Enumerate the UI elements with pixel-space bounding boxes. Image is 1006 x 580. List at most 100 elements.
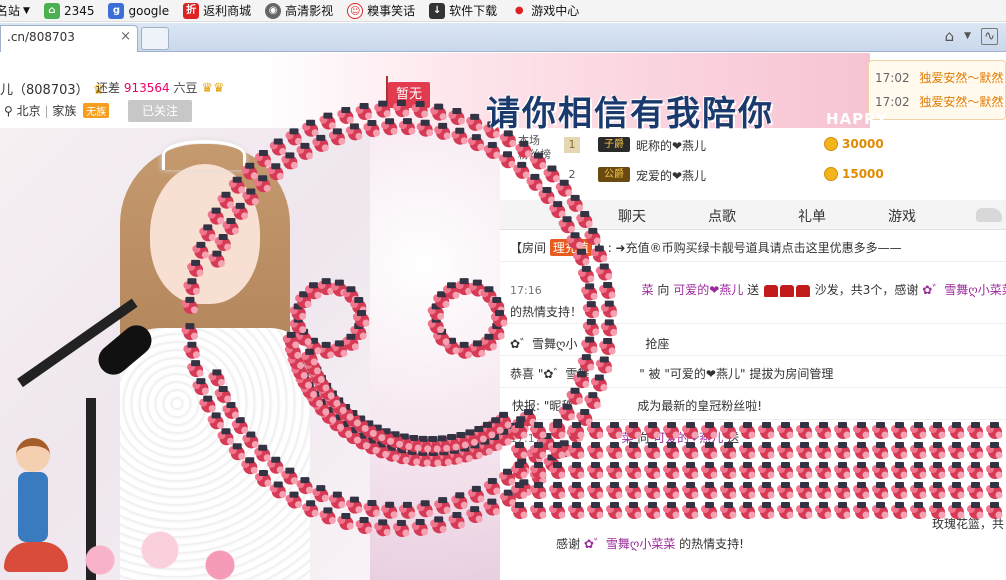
- rank-badge: 子爵: [598, 137, 630, 152]
- thanked-user[interactable]: ✿゛雪舞ღ小菜菜: [922, 283, 1006, 297]
- recharge-badge[interactable]: 理充值: [549, 239, 592, 256]
- live-room-page: 名站 ▼ ⌂ 2345 g google 折 返利商城 ◉ 高清影视 ☺ 糗事笑…: [0, 0, 1006, 580]
- g-icon: g: [108, 2, 125, 19]
- chevron-down-icon[interactable]: ▼: [964, 31, 971, 41]
- log-time: 17:02: [875, 95, 910, 109]
- bookmark-games[interactable]: ● 游戏中心: [511, 2, 579, 19]
- verb-send: 送: [727, 431, 740, 445]
- zhe-icon: 折: [183, 2, 200, 19]
- log-user[interactable]: 独爱安然～默然: [919, 95, 1003, 109]
- tiara-icon: [162, 140, 246, 170]
- bookmark-google[interactable]: g google: [108, 2, 170, 19]
- mushroom-icon: [4, 542, 68, 572]
- anchor-name-text: 儿（808703）: [0, 83, 89, 98]
- fan-rank-panel: 本场 粉丝榜 1 子爵 昵称的❤燕儿 30000 2 公爵 宠爱的❤燕儿 150…: [500, 128, 1006, 196]
- system-notice: 【房间 理充值 】: ➜充值®币购买绿卡靓号道具请点击这里优惠多多——: [510, 239, 902, 256]
- flash-user[interactable]: "昵称: [544, 399, 574, 413]
- home-icon[interactable]: ⌂: [945, 27, 955, 45]
- seat-text: 抢座: [645, 337, 670, 351]
- anchor-name: 儿（808703） ♛: [0, 79, 104, 98]
- bookmark-label: 高清影视: [285, 4, 334, 18]
- film-icon: ◉: [265, 2, 282, 19]
- cartoon-body: [18, 472, 48, 542]
- close-icon[interactable]: ×: [120, 29, 131, 44]
- chevron-down-icon[interactable]: ▼: [23, 6, 30, 16]
- coin-icon: [824, 167, 838, 181]
- video-stream[interactable]: [0, 128, 500, 580]
- rss-icon[interactable]: ∿: [981, 27, 998, 45]
- gift-message-cont: 的热情支持！: [510, 303, 582, 320]
- download-icon: ↓: [429, 2, 446, 19]
- flash-text: 成为最新的皇冠粉丝啦!: [637, 399, 763, 413]
- promo-text: 提拔为房间管理: [749, 367, 834, 381]
- rank-row[interactable]: 1 子爵 昵称的❤燕儿 30000: [556, 134, 1006, 158]
- receiver-name[interactable]: 可爱的❤燕儿: [653, 431, 723, 445]
- verb-to: 向: [657, 283, 670, 297]
- level-gap: 还差 913564 六豆 ♛♛: [96, 79, 225, 96]
- location-pin-icon: ⚲: [4, 104, 13, 118]
- rank-number: 2: [568, 168, 576, 181]
- chat-messages: 【房间 理充值 】: ➜充值®币购买绿卡靓号道具请点击这里优惠多多—— 17:1…: [500, 231, 1006, 580]
- promo-receiver[interactable]: "可爱的❤燕儿": [664, 367, 745, 381]
- rank-badge: 公爵: [598, 167, 630, 182]
- rank-score: 30000: [842, 137, 884, 151]
- gift-message: 17:17 菜 向 可爱的❤燕儿 送: [510, 429, 739, 446]
- clan-badge: 无族: [83, 103, 110, 118]
- bookmark-label: 游戏中心: [531, 4, 580, 18]
- rank-row[interactable]: 2 公爵 宠爱的❤燕儿 15000: [556, 164, 1006, 188]
- sender-name[interactable]: 菜: [642, 283, 654, 297]
- rank-name[interactable]: 昵称的❤燕儿: [636, 137, 706, 154]
- smile-icon: ☺: [347, 2, 364, 19]
- new-tab-button[interactable]: [141, 27, 169, 50]
- message-time: 17:17: [510, 432, 542, 445]
- seat-user[interactable]: ✿゛雪舞ღ小: [510, 337, 578, 351]
- notice-prefix: 【房间: [510, 241, 547, 255]
- room-slogan: 请你相信有我陪你: [486, 94, 774, 134]
- bookmark-jokes[interactable]: ☺ 糗事笑话: [347, 2, 415, 19]
- bookmark-fanli[interactable]: 折 返利商城: [183, 2, 251, 19]
- bookmark-label: google: [128, 3, 170, 18]
- banner-word: HAPPY: [826, 110, 889, 128]
- divider: [500, 323, 1006, 324]
- chat-nav-tabs: 聊天 点歌 礼单 游戏: [500, 200, 1006, 230]
- notice-link[interactable]: 】: ➜充值®币购买绿卡靓号道具请点击这里优惠多多——: [596, 241, 902, 255]
- verb-to: 向: [637, 431, 650, 445]
- divider: [500, 261, 1006, 262]
- verb-send: 送: [747, 283, 760, 297]
- rank-score: 15000: [842, 167, 884, 181]
- rank-name[interactable]: 宠爱的❤燕儿: [636, 167, 706, 184]
- tab-chat[interactable]: 聊天: [618, 206, 646, 226]
- thanks-text: 的热情支持!: [679, 537, 744, 551]
- browser-tab[interactable]: .cn/808703 ×: [0, 25, 138, 52]
- clan-label: 家族: [52, 104, 77, 118]
- rank-title: 本场 粉丝榜: [518, 134, 551, 161]
- log-user[interactable]: 独爱安然～默然: [919, 71, 1003, 85]
- anchor-location: ⚲ 北京 | 家族 无族: [4, 102, 110, 119]
- rank-number: 1: [564, 137, 580, 153]
- gift-summary: 玫瑰花篮，共: [932, 517, 1005, 531]
- tab-title: .cn/808703: [7, 30, 75, 44]
- bookmark-video[interactable]: ◉ 高清影视: [265, 2, 333, 19]
- thanked-user[interactable]: ✿゛雪舞ღ小菜菜: [584, 537, 676, 551]
- car-icon[interactable]: [976, 208, 1002, 222]
- divider: [500, 387, 1006, 388]
- bookmark-software[interactable]: ↓ 软件下载: [429, 2, 497, 19]
- follow-button[interactable]: 已关注: [128, 100, 192, 122]
- receiver-name[interactable]: 可爱的❤燕儿: [673, 283, 743, 297]
- seat-message: ✿゛雪舞ღ小 抢座: [510, 335, 669, 352]
- flowers-decoration: [60, 530, 260, 580]
- bookmark-mingzhan[interactable]: 名站 ▼: [0, 2, 30, 19]
- tab-gift-list[interactable]: 礼单: [798, 206, 826, 226]
- tab-song-request[interactable]: 点歌: [708, 206, 736, 226]
- news-flash: 快报: "昵称 成为最新的皇冠粉丝啦!: [512, 397, 762, 414]
- crown-icon: ♛♛: [201, 81, 225, 96]
- bookmark-2345[interactable]: ⌂ 2345: [43, 2, 94, 19]
- background-curtain: [370, 128, 500, 580]
- message-time: 17:16: [510, 284, 542, 297]
- gift-summary: 沙发，共3个，感谢: [814, 283, 919, 297]
- bookmark-label: 名站: [0, 4, 21, 18]
- toolbar-right: ⌂ ▼ ∿: [945, 27, 998, 45]
- flash-label: 快报:: [512, 399, 541, 413]
- sender-name[interactable]: 菜: [622, 431, 634, 445]
- tab-games[interactable]: 游戏: [888, 206, 916, 226]
